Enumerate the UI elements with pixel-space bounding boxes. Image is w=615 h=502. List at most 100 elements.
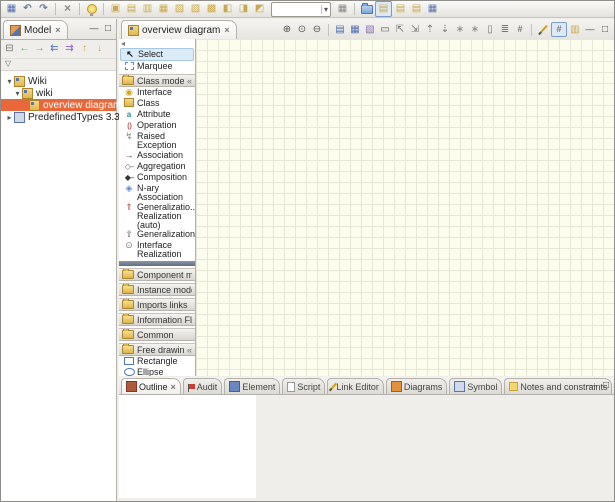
palette-item-ellipse[interactable]: Ellipse <box>119 367 195 376</box>
palette-item-composition[interactable]: Composition <box>119 172 195 183</box>
collapse-all-icon[interactable]: ⊟ <box>3 43 16 55</box>
save-button[interactable] <box>4 2 19 16</box>
create-element-button-3[interactable] <box>140 2 155 16</box>
create-element-button-7[interactable] <box>204 2 219 16</box>
tree-item-wiki-package[interactable]: ▾ wiki <box>1 87 116 99</box>
tab-outline[interactable]: Outline × <box>121 378 181 394</box>
tab-audit[interactable]: Audit <box>183 378 223 394</box>
center-v-button[interactable] <box>468 23 482 36</box>
tab-symbol[interactable]: Symbol <box>449 378 502 394</box>
view-button-2[interactable] <box>393 2 408 16</box>
palette-item-generalization[interactable]: Generalization <box>119 229 195 240</box>
tab-element[interactable]: Element <box>224 378 280 394</box>
palette-section-instance-model[interactable]: Instance model <box>119 283 195 296</box>
palette-section-free-drawing[interactable]: Free drawing <box>119 343 195 356</box>
create-element-button-6[interactable] <box>188 2 203 16</box>
snap-grid-button[interactable] <box>551 22 567 37</box>
partially-scrolled-section-header[interactable] <box>119 261 195 266</box>
edit-pencil-button[interactable] <box>536 23 550 36</box>
maximize-bottom-panel-button[interactable] <box>601 380 611 391</box>
minimize-bottom-panel-button[interactable] <box>587 380 597 391</box>
tree-item-wiki-project[interactable]: ▾ Wiki <box>1 75 116 87</box>
palette-section-class-model[interactable]: Class model <box>119 74 195 87</box>
move-up-icon[interactable]: ↑ <box>78 43 91 55</box>
palette-section-information-flow[interactable]: Information Flo... <box>119 313 195 326</box>
distribute-button[interactable] <box>498 23 512 36</box>
align-button-3[interactable] <box>423 23 437 36</box>
move-down-icon[interactable]: ↓ <box>93 43 106 55</box>
open-folder-button[interactable] <box>359 2 374 16</box>
tab-link-editor[interactable]: Link Editor <box>327 378 384 394</box>
palette-item-class[interactable]: Class <box>119 98 195 109</box>
tab-script[interactable]: Script <box>282 378 325 394</box>
minimize-editor-button[interactable] <box>583 23 597 36</box>
minimize-view-button[interactable] <box>89 23 99 34</box>
related-right-icon[interactable]: ⇉ <box>63 43 76 55</box>
palette-item-attribute[interactable]: Attribute <box>119 109 195 120</box>
palette-tool-select[interactable]: Select <box>120 48 194 61</box>
tree-item-predefined-types[interactable]: ▸ PredefinedTypes 3.3.00 <box>1 111 116 123</box>
palette-item-generalization-realization-auto[interactable]: Generalizatio... Realization (auto) <box>119 202 195 229</box>
palette-tool-marquee[interactable]: Marquee <box>119 61 195 72</box>
align-button-4[interactable] <box>438 23 452 36</box>
table-button[interactable] <box>335 2 350 16</box>
create-element-button-1[interactable] <box>108 2 123 16</box>
tab-overview-diagram[interactable]: overview diagram × <box>121 20 237 39</box>
zoom-out-button[interactable] <box>310 23 324 36</box>
outline-view[interactable] <box>119 395 256 498</box>
fit-window-button[interactable] <box>378 23 392 36</box>
palette-item-aggregation[interactable]: Aggregation <box>119 161 195 172</box>
model-view-button[interactable] <box>375 1 392 17</box>
palette-section-component-model[interactable]: Component mo... <box>119 268 195 281</box>
align-button-2[interactable] <box>408 23 422 36</box>
palette-section-imports-links[interactable]: Imports links <box>119 298 195 311</box>
undo-button[interactable] <box>20 2 35 16</box>
hint-button[interactable] <box>84 2 99 16</box>
view-menu-arrow-icon[interactable]: ▽ <box>1 59 116 70</box>
palette-item-nary-association[interactable]: N-ary Association <box>119 183 195 202</box>
element-combo[interactable] <box>271 2 331 17</box>
diagram-canvas[interactable] <box>196 39 614 376</box>
close-icon[interactable]: × <box>224 25 229 35</box>
palette-item-raised-exception[interactable]: Raised Exception <box>119 131 195 150</box>
grid-button[interactable] <box>513 23 527 36</box>
palette-collapse-arrow-icon[interactable]: ◂ <box>119 39 195 48</box>
create-element-button-9[interactable] <box>236 2 251 16</box>
related-left-icon[interactable]: ⇇ <box>48 43 61 55</box>
palette-item-rectangle[interactable]: Rectangle <box>119 356 195 367</box>
tab-model[interactable]: Model × <box>3 20 68 39</box>
redo-button[interactable] <box>36 2 51 16</box>
palette-item-association[interactable]: Association <box>119 150 195 161</box>
save-diagram-button[interactable] <box>348 23 362 36</box>
zoom-100-button[interactable] <box>295 23 309 36</box>
zoom-in-button[interactable] <box>280 23 294 36</box>
expander-closed-icon[interactable]: ▸ <box>5 113 14 122</box>
create-element-button-2[interactable] <box>124 2 139 16</box>
expander-open-icon[interactable]: ▾ <box>13 89 22 98</box>
palette-section-common[interactable]: Common <box>119 328 195 341</box>
close-icon[interactable]: × <box>171 382 176 392</box>
export-button[interactable] <box>363 23 377 36</box>
palette-item-operation[interactable]: Operation <box>119 120 195 131</box>
palette-item-interface-realization[interactable]: Interface Realization <box>119 240 195 259</box>
maximize-editor-button[interactable] <box>598 23 612 36</box>
details-table-button[interactable] <box>425 2 440 16</box>
back-arrow-icon[interactable]: ← <box>18 43 31 55</box>
tree-item-overview-diagram[interactable]: overview diagram <box>1 99 116 111</box>
palette-item-interface[interactable]: Interface <box>119 87 195 98</box>
delete-button[interactable] <box>60 2 75 16</box>
bracket-button[interactable] <box>483 23 497 36</box>
close-icon[interactable]: × <box>55 25 60 35</box>
create-element-button-10[interactable] <box>252 2 267 16</box>
maximize-view-button[interactable] <box>103 23 113 34</box>
create-element-button-4[interactable] <box>156 2 171 16</box>
columns-button[interactable] <box>568 23 582 36</box>
center-h-button[interactable] <box>453 23 467 36</box>
create-element-button-8[interactable] <box>220 2 235 16</box>
print-button[interactable] <box>333 23 347 36</box>
forward-arrow-icon[interactable]: → <box>33 43 46 55</box>
view-button-3[interactable] <box>409 2 424 16</box>
create-element-button-5[interactable] <box>172 2 187 16</box>
tab-diagrams[interactable]: Diagrams <box>386 378 448 394</box>
align-button-1[interactable] <box>393 23 407 36</box>
